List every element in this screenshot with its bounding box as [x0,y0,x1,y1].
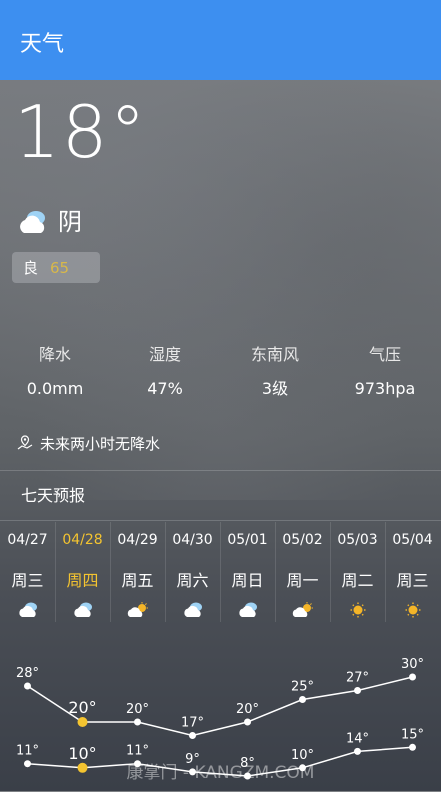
high-temp-point [299,696,306,703]
high-temp-label: 30° [401,657,424,672]
stat-label: 降水 [38,345,71,364]
column-divider [275,522,276,622]
forecast-date: 04/29 [117,532,158,548]
cloudy-icon [19,602,37,617]
forecast-weekday: 周五 [121,571,154,590]
high-temp-point [409,673,416,681]
forecast-weekday: 周三 [11,571,44,590]
cloudy-icon [74,602,92,617]
sunny-icon [350,602,366,618]
forecast-weekday: 周日 [231,571,264,590]
stat-value: 47% [147,379,183,398]
map-pin-icon [17,435,33,450]
high-temp-label: 28° [16,666,39,681]
aqi-badge[interactable]: 良 65 [12,252,100,283]
forecast-date: 05/03 [337,532,378,548]
high-temp-point [244,718,251,726]
stat-label: 东南风 [250,345,299,364]
stat-label: 湿度 [148,345,181,364]
forecast-weekday: 周一 [286,571,319,590]
low-temp-point [409,743,416,751]
current-temperature: 18° [14,90,148,174]
forecast-title: 七天预报 [21,486,86,505]
current-condition: 阴 [16,204,82,240]
high-temp-label: 25° [291,680,314,695]
aqi-label: 良 [23,259,39,277]
column-divider [220,522,221,622]
stat-wind: 东南风 3级 [220,340,330,404]
high-temp-point [354,687,361,694]
high-temp-label: 17° [181,716,204,731]
high-temp-label: 20° [236,702,259,717]
high-temp-point [134,718,141,726]
column-divider [385,522,386,622]
forecast-weekday: 周六 [176,571,209,590]
low-temp-label: 11° [16,744,39,759]
stat-value: 973hpa [354,379,416,398]
high-temp-label: 27° [346,671,369,686]
stat-pressure: 气压 973hpa [330,340,440,404]
forecast-date: 05/01 [227,532,268,548]
partly-sunny-icon [292,602,313,617]
sunny-icon [405,602,421,618]
stat-value: 0.0mm [26,379,84,398]
low-temp-label: 15° [401,727,424,742]
high-temp-point [24,682,31,690]
forecast-weekday: 周三 [396,571,429,590]
column-divider [330,522,331,622]
partly-sunny-icon [127,602,148,617]
forecast-date: 04/30 [172,532,213,548]
forecast-date: 04/28 [62,532,103,548]
low-temp-label: 14° [346,731,369,746]
column-divider [110,522,111,622]
high-temp-label: 20° [126,702,149,717]
app-bar: 天气 [0,0,441,80]
cloudy-icon [239,602,257,617]
divider [0,470,441,471]
watermark: 康掌门 - KANGZM.COM [126,763,315,783]
forecast-weekday: 周四 [66,571,99,590]
stat-humidity: 湿度 47% [110,340,220,404]
forecast-date: 05/02 [282,532,323,548]
forecast-date: 05/04 [392,532,433,548]
column-divider [55,522,56,622]
column-divider [165,522,166,622]
low-temp-label: 11° [126,744,149,759]
rain-note-text: 未来两小时无降水 [40,434,161,453]
stat-value: 3级 [261,379,289,398]
high-temp-point [77,717,88,727]
stat-precipitation: 降水 0.0mm [0,340,110,404]
aqi-value: 65 [50,258,70,277]
condition-text: 阴 [58,208,82,236]
low-temp-point [354,747,361,755]
forecast-weekday: 周二 [341,571,374,590]
forecast-date: 04/27 [7,532,48,548]
high-temp-label: 20° [68,698,96,717]
cloudy-icon [184,602,202,617]
stat-label: 气压 [368,345,401,364]
divider [0,520,441,521]
rain-forecast-note[interactable]: 未来两小时无降水 [16,430,160,456]
cloudy-icon [20,211,45,233]
weather-stats: 降水 0.0mm 湿度 47% 东南风 3级 气压 973hpa [0,340,441,410]
app-title: 天气 [20,32,65,57]
high-temp-point [189,732,196,739]
